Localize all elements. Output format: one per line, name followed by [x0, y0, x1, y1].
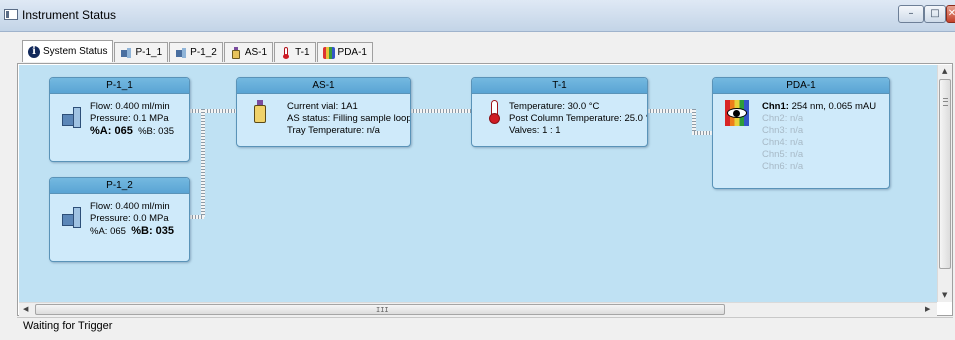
thermometer-icon [488, 100, 500, 124]
pump-icon [120, 47, 132, 59]
pressure-value: Pressure: 0.1 MPa [90, 113, 169, 124]
percent-b-label: %B: [131, 225, 153, 237]
window-title: Instrument Status [22, 8, 117, 22]
close-button[interactable]: ✕ [946, 5, 955, 23]
pda-detector-icon [725, 100, 749, 126]
minimize-button[interactable]: – [898, 5, 924, 23]
horizontal-scroll-thumb[interactable]: III [35, 304, 725, 315]
composition-row: %A: 065 %B: 035 [90, 125, 174, 137]
channel-row: Chn3: n/a [762, 125, 876, 137]
tab-label: T-1 [295, 47, 310, 58]
maximize-button[interactable]: □ [924, 5, 946, 23]
vial-icon [230, 46, 242, 59]
channel-label: Chn3: [762, 125, 788, 136]
tab-label: P-1_1 [135, 47, 163, 58]
pump-icon [175, 47, 187, 59]
tab-label: PDA-1 [337, 47, 367, 58]
channel-label: Chn1: [762, 101, 789, 112]
horizontal-scrollbar[interactable]: ◀ III ▶ [19, 302, 937, 316]
tray-temperature: Tray Temperature: n/a [287, 125, 380, 136]
tab-pda-1[interactable]: PDA-1 [316, 42, 373, 62]
channel-row: Chn1: 254 nm, 0.065 mAU [762, 101, 876, 113]
module-card-t-1[interactable]: T-1 Temperature: 30.0 °C Post Column Tem… [471, 77, 648, 147]
pump-icon [62, 106, 84, 128]
channel-row: Chn6: n/a [762, 161, 876, 173]
module-card-as-1[interactable]: AS-1 Current vial: 1A1 AS status: Fillin… [236, 77, 411, 147]
tab-label: AS-1 [244, 47, 268, 58]
channel-value: n/a [790, 113, 804, 124]
connector-line [190, 109, 236, 113]
channel-value: 254 nm, 0.065 mAU [791, 101, 877, 112]
tab-as-1[interactable]: AS-1 [223, 42, 274, 62]
channel-value: n/a [790, 125, 804, 136]
channel-value: n/a [790, 137, 804, 148]
post-column-temperature: Post Column Temperature: 25.0 °C [509, 113, 648, 124]
module-title: T-1 [472, 78, 647, 94]
thermometer-icon [280, 46, 292, 59]
composition-row: %A: 065 %B: 035 [90, 225, 174, 237]
tab-label: P-1_2 [190, 47, 217, 58]
percent-b-label: %B: [138, 126, 156, 137]
connector-line [201, 109, 205, 217]
channel-row: Chn4: n/a [762, 137, 876, 149]
pressure-value: Pressure: 0.0 MPa [90, 213, 169, 224]
percent-a-label: %A: [90, 226, 108, 237]
flow-value: Flow: 0.400 ml/min [90, 101, 170, 112]
percent-a-value: 065 [114, 125, 133, 137]
vertical-scrollbar[interactable]: ▲ ▼ [937, 65, 952, 302]
connector-line [190, 215, 204, 219]
tab-p-1-1[interactable]: P-1_1 [114, 42, 169, 62]
channel-value: n/a [790, 149, 804, 160]
module-card-pda-1[interactable]: PDA-1 Chn1: 254 nm, 0.065 mAU Chn2: n/a … [712, 77, 890, 189]
scroll-right-icon[interactable]: ▶ [925, 305, 930, 313]
percent-b-value: 035 [158, 126, 175, 137]
title-bar[interactable]: Instrument Status – □ ✕ [0, 0, 955, 32]
module-title: P-1_1 [50, 78, 189, 94]
valves-value: Valves: 1 : 1 [509, 125, 561, 136]
window-app-icon [4, 9, 18, 20]
scroll-grip: III [376, 306, 389, 314]
temperature-value: Temperature: 30.0 °C [509, 101, 600, 112]
pda-icon [322, 46, 335, 59]
as-status: AS status: Filling sample loop [287, 113, 411, 124]
channel-label: Chn2: [762, 113, 788, 124]
info-icon: i [28, 45, 40, 58]
tab-label: System Status [43, 46, 108, 57]
channel-row: Chn5: n/a [762, 149, 876, 161]
connector-line [692, 109, 696, 133]
percent-a-value: 065 [110, 226, 126, 237]
status-bar: Waiting for Trigger [17, 317, 953, 334]
channel-label: Chn6: [762, 161, 788, 172]
channel-label: Chn4: [762, 137, 788, 148]
module-title: AS-1 [237, 78, 410, 94]
status-text: Waiting for Trigger [23, 320, 113, 332]
module-title: P-1_2 [50, 178, 189, 194]
vertical-scroll-thumb[interactable] [939, 79, 951, 269]
instrument-status-window: Instrument Status – □ ✕ i System Status … [0, 0, 955, 340]
percent-a-label: %A: [90, 125, 112, 137]
connector-line [692, 131, 712, 135]
flow-diagram-canvas: P-1_1 Flow: 0.400 ml/min Pressure: 0.1 M… [19, 65, 937, 302]
tab-p-1-2[interactable]: P-1_2 [169, 42, 223, 62]
tab-bar: i System Status P-1_1 P-1_2 AS-1 T-1 PDA… [22, 40, 374, 64]
channel-row: Chn2: n/a [762, 113, 876, 125]
percent-b-value: 035 [155, 225, 175, 237]
pump-icon [62, 206, 84, 228]
tab-system-status[interactable]: i System Status [22, 40, 114, 62]
connector-line [648, 109, 693, 113]
tab-t-1[interactable]: T-1 [274, 42, 316, 62]
vial-icon [253, 100, 267, 124]
channel-label: Chn5: [762, 149, 788, 160]
scroll-left-icon[interactable]: ◀ [23, 305, 28, 313]
module-card-p-1-2[interactable]: P-1_2 Flow: 0.400 ml/min Pressure: 0.0 M… [49, 177, 190, 262]
module-card-p-1-1[interactable]: P-1_1 Flow: 0.400 ml/min Pressure: 0.1 M… [49, 77, 190, 162]
module-title: PDA-1 [713, 78, 889, 94]
flow-value: Flow: 0.400 ml/min [90, 201, 170, 212]
scroll-down-icon[interactable]: ▼ [942, 291, 947, 299]
current-vial: Current vial: 1A1 [287, 101, 358, 112]
connector-line [411, 109, 471, 113]
scroll-up-icon[interactable]: ▲ [942, 67, 947, 75]
channel-value: n/a [790, 161, 804, 172]
